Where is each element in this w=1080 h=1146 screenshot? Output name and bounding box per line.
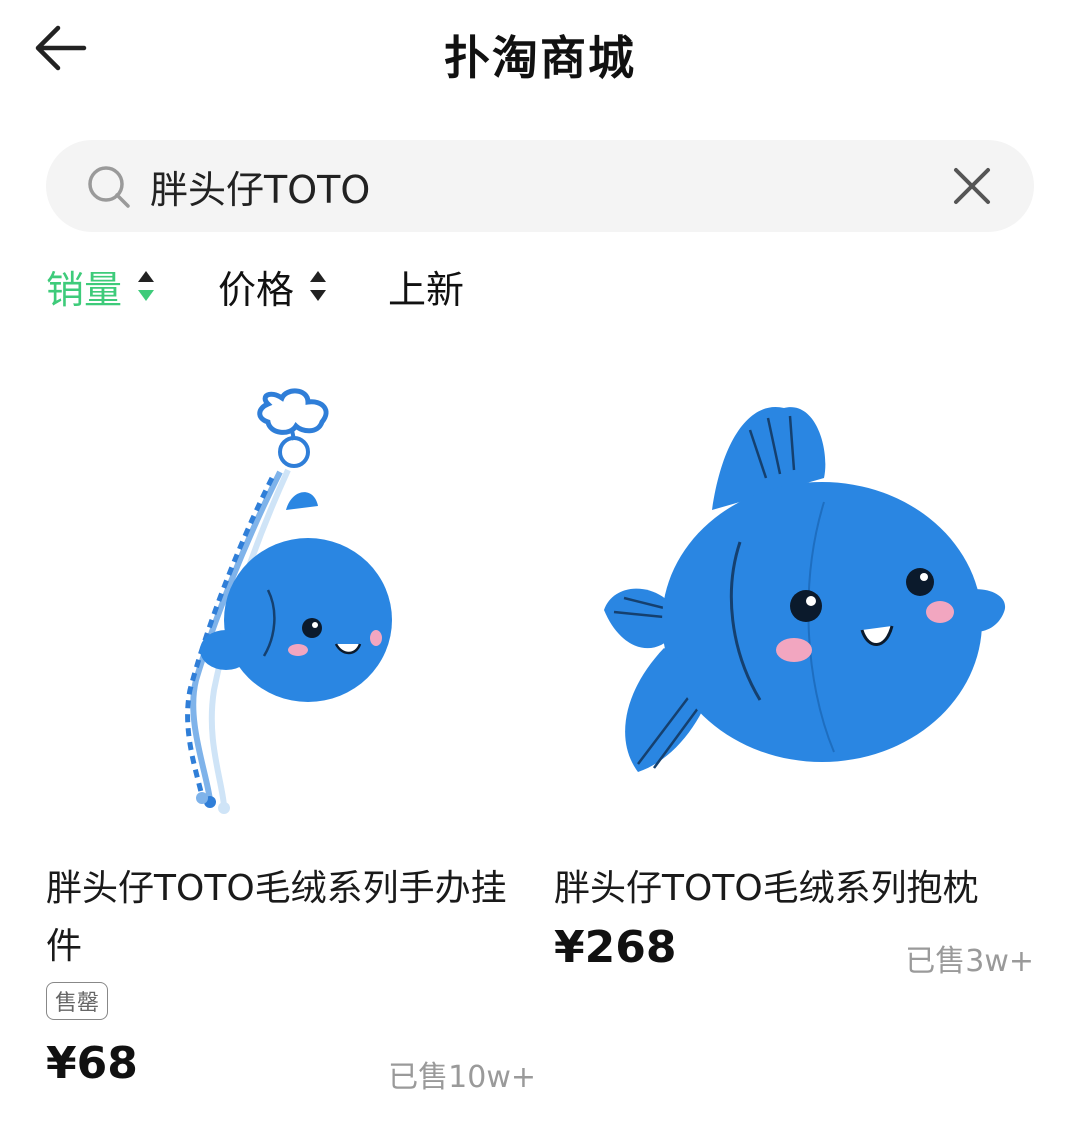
sort-by-sales[interactable]: 销量: [46, 258, 156, 314]
page-title: 扑淘商城: [444, 31, 636, 85]
product-price: ¥68: [46, 1038, 138, 1089]
fish-keychain-icon: [185, 388, 392, 814]
sort-label-new: 上新: [388, 267, 465, 312]
sold-count: 已售3w+: [905, 944, 1034, 979]
search-input[interactable]: [150, 160, 910, 212]
product-card[interactable]: 胖头仔TOTO毛绒系列抱枕 ¥268 已售3w+: [554, 360, 1034, 992]
sort-by-price[interactable]: 价格: [218, 258, 328, 314]
search-bar[interactable]: [46, 140, 1034, 232]
product-title[interactable]: 胖头仔TOTO毛绒系列手办挂件: [46, 860, 536, 976]
product-image[interactable]: [46, 360, 536, 840]
sort-label-price: 价格: [218, 267, 295, 312]
price-row: ¥268 已售3w+: [554, 922, 1034, 992]
sold-out-badge: 售罄: [46, 982, 109, 1020]
product-card[interactable]: 胖头仔TOTO毛绒系列手办挂件 售罄 ¥68 已售10w+: [46, 360, 536, 1108]
product-image[interactable]: [554, 360, 1034, 840]
sort-label-sales: 销量: [46, 267, 123, 312]
product-title[interactable]: 胖头仔TOTO毛绒系列抱枕: [554, 860, 1034, 918]
sort-arrows-icon: [138, 271, 155, 301]
sort-by-new[interactable]: 上新: [388, 258, 464, 314]
clear-search-icon[interactable]: [948, 162, 996, 210]
search-icon: [88, 166, 130, 208]
sold-count: 已售10w+: [388, 1060, 536, 1095]
product-price: ¥268: [554, 922, 677, 973]
sort-arrows-icon: [310, 271, 327, 301]
fish-pillow-icon: [604, 406, 1006, 772]
top-bar: 扑淘商城: [0, 0, 1080, 100]
sort-bar: 销量 价格 上新: [46, 258, 946, 314]
price-row: ¥68 已售10w+: [46, 1038, 536, 1108]
